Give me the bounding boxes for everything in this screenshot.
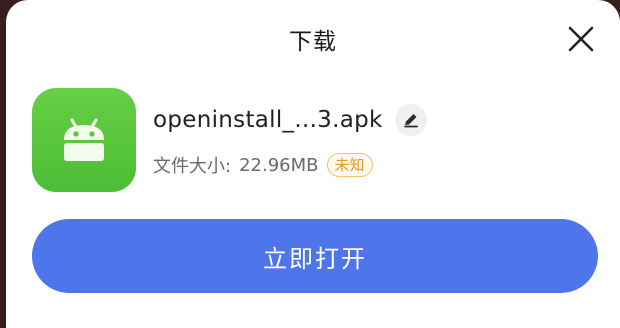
file-size-value: 22.96MB <box>239 154 319 176</box>
file-name-row: openinstall_...3.apk <box>153 104 427 136</box>
status-badge: 未知 <box>326 153 373 177</box>
close-button[interactable] <box>564 22 598 56</box>
download-dialog: 下载 openinstall_...3.apk 文件大小: 22.96MB 未知… <box>6 0 620 328</box>
file-size-row: 文件大小: 22.96MB 未知 <box>153 152 373 178</box>
rename-button[interactable] <box>394 104 427 136</box>
pencil-icon <box>403 114 418 128</box>
android-icon <box>64 118 104 161</box>
file-size-label: 文件大小: <box>153 156 232 177</box>
close-icon <box>568 26 594 52</box>
dialog-title: 下载 <box>289 29 337 55</box>
file-name: openinstall_...3.apk <box>153 107 383 133</box>
app-icon <box>32 88 136 192</box>
open-now-button[interactable]: 立即打开 <box>32 219 598 293</box>
